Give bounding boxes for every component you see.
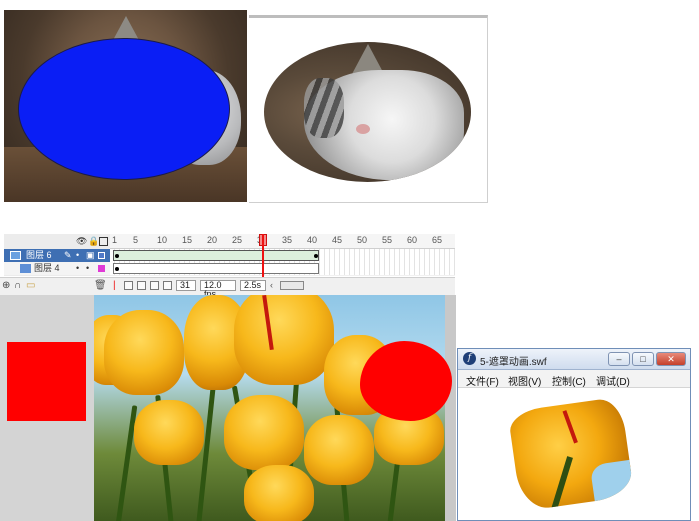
pencil-icon: ✎ [64, 250, 72, 260]
lock-state-icon[interactable]: • [86, 262, 89, 275]
menu-control[interactable]: 控制(C) [552, 373, 586, 388]
tulip-flower [104, 310, 184, 395]
modify-markers-icon[interactable] [163, 281, 172, 290]
tulip-flower [134, 400, 204, 465]
window-title: 5-遮罩动画.swf [480, 357, 547, 368]
layer-row-4[interactable]: 图层 4 • • [4, 262, 110, 275]
masked-kitten-image [264, 42, 471, 182]
window-titlebar[interactable]: f 5-遮罩动画.swf – □ ✕ [458, 349, 690, 370]
current-frame-field[interactable]: 31 [176, 280, 196, 291]
red-square-shape[interactable] [7, 342, 86, 421]
timeline-scrollbar[interactable] [280, 281, 304, 290]
kitten-nose-image [356, 124, 370, 134]
add-layer-icon[interactable]: ⊕ [2, 280, 10, 291]
folder-icon[interactable]: ▭ [26, 280, 35, 291]
masked-layer-icon [20, 264, 31, 273]
static-frame-span[interactable] [113, 263, 319, 274]
layer-column: 👁 🔒 图层 6 ✎ • ▣ 图层 4 • • [4, 234, 110, 276]
ruler-number: 55 [382, 235, 393, 245]
layer-color-swatch[interactable] [98, 265, 105, 272]
ruler-number: 25 [232, 235, 243, 245]
blue-ellipse-mask [18, 38, 230, 180]
maximize-button[interactable]: □ [632, 352, 654, 366]
masked-tulip-output [507, 396, 635, 512]
visibility-dot-icon[interactable]: • [76, 262, 79, 275]
masked-result-panel [249, 15, 488, 203]
timeline-status-bar: ⊕ ∩ ▭ 🗑 | 31 12.0 fps 2.5s ‹ [0, 277, 455, 299]
red-streak [562, 410, 578, 444]
flash-player-icon: f [463, 352, 476, 365]
close-button[interactable]: ✕ [656, 352, 686, 366]
menu-debug[interactable]: 调试(D) [596, 373, 630, 388]
frames-row-layer-6[interactable] [110, 249, 455, 262]
ruler-number: 1 [112, 235, 118, 245]
onion-skin-icon[interactable] [124, 281, 133, 290]
menu-bar: 文件(F) 视图(V) 控制(C) 调试(D) [458, 370, 690, 388]
menu-view[interactable]: 视图(V) [508, 373, 541, 388]
ruler-number: 20 [207, 235, 218, 245]
visibility-dot-icon[interactable]: • [76, 249, 79, 262]
sky-fragment [589, 459, 635, 502]
mask-layer-icon [10, 251, 21, 260]
layer-name: 图层 6 [26, 250, 52, 260]
minimize-button[interactable]: – [608, 352, 630, 366]
fps-field[interactable]: 12.0 fps [200, 280, 236, 299]
ruler-number: 50 [357, 235, 368, 245]
tulip-flower [224, 395, 304, 470]
lock-state-icon[interactable]: ▣ [86, 249, 95, 262]
pasteboard-right [445, 295, 456, 521]
keyframe[interactable] [115, 267, 119, 271]
keyframe[interactable] [115, 254, 119, 258]
tulip-flower [304, 415, 374, 485]
ruler-number: 5 [133, 235, 139, 245]
ruler-number: 10 [157, 235, 168, 245]
ruler-number: 35 [282, 235, 293, 245]
ruler-number: 45 [332, 235, 343, 245]
onion-outline-icon[interactable] [137, 281, 146, 290]
frames-row-layer-4[interactable] [110, 262, 455, 275]
swf-canvas[interactable] [458, 388, 690, 520]
scroll-left-icon[interactable]: ‹ [270, 280, 273, 290]
center-frame-icon[interactable]: | [113, 280, 116, 291]
red-mask-shape[interactable] [360, 341, 452, 421]
ruler-number: 65 [432, 235, 443, 245]
motion-tween-span[interactable] [113, 250, 319, 261]
tulip-stem [549, 456, 573, 512]
edit-multiple-icon[interactable] [150, 281, 159, 290]
lock-icon[interactable]: 🔒 [88, 236, 99, 247]
guide-layer-icon[interactable]: ∩ [14, 280, 21, 291]
ruler-number: 15 [182, 235, 193, 245]
tulip-flower [234, 295, 334, 385]
swf-player-window: f 5-遮罩动画.swf – □ ✕ 文件(F) 视图(V) 控制(C) 调试(… [457, 348, 691, 521]
ruler-number: 40 [307, 235, 318, 245]
layer-color-swatch[interactable] [98, 252, 105, 259]
kitten-stripe-image [304, 78, 344, 138]
layer-name: 图层 4 [34, 263, 60, 273]
elapsed-time-field[interactable]: 2.5s [240, 280, 266, 291]
menu-file[interactable]: 文件(F) [466, 373, 499, 388]
delete-layer-icon[interactable]: 🗑 [94, 280, 107, 291]
timeline-panel: 👁 🔒 图层 6 ✎ • ▣ 图层 4 • • 1 5 10 15 20 25 … [4, 234, 455, 276]
frame-ruler[interactable]: 1 5 10 15 20 25 30 35 40 45 50 55 60 65 [110, 234, 455, 249]
tulip-flower [244, 465, 314, 521]
keyframe[interactable] [314, 254, 318, 258]
ruler-number: 60 [407, 235, 418, 245]
eye-icon[interactable]: 👁 [76, 236, 87, 247]
outline-icon[interactable] [99, 237, 108, 246]
layer-row-6[interactable]: 图层 6 ✎ • ▣ [4, 249, 110, 262]
playhead[interactable] [262, 234, 264, 282]
